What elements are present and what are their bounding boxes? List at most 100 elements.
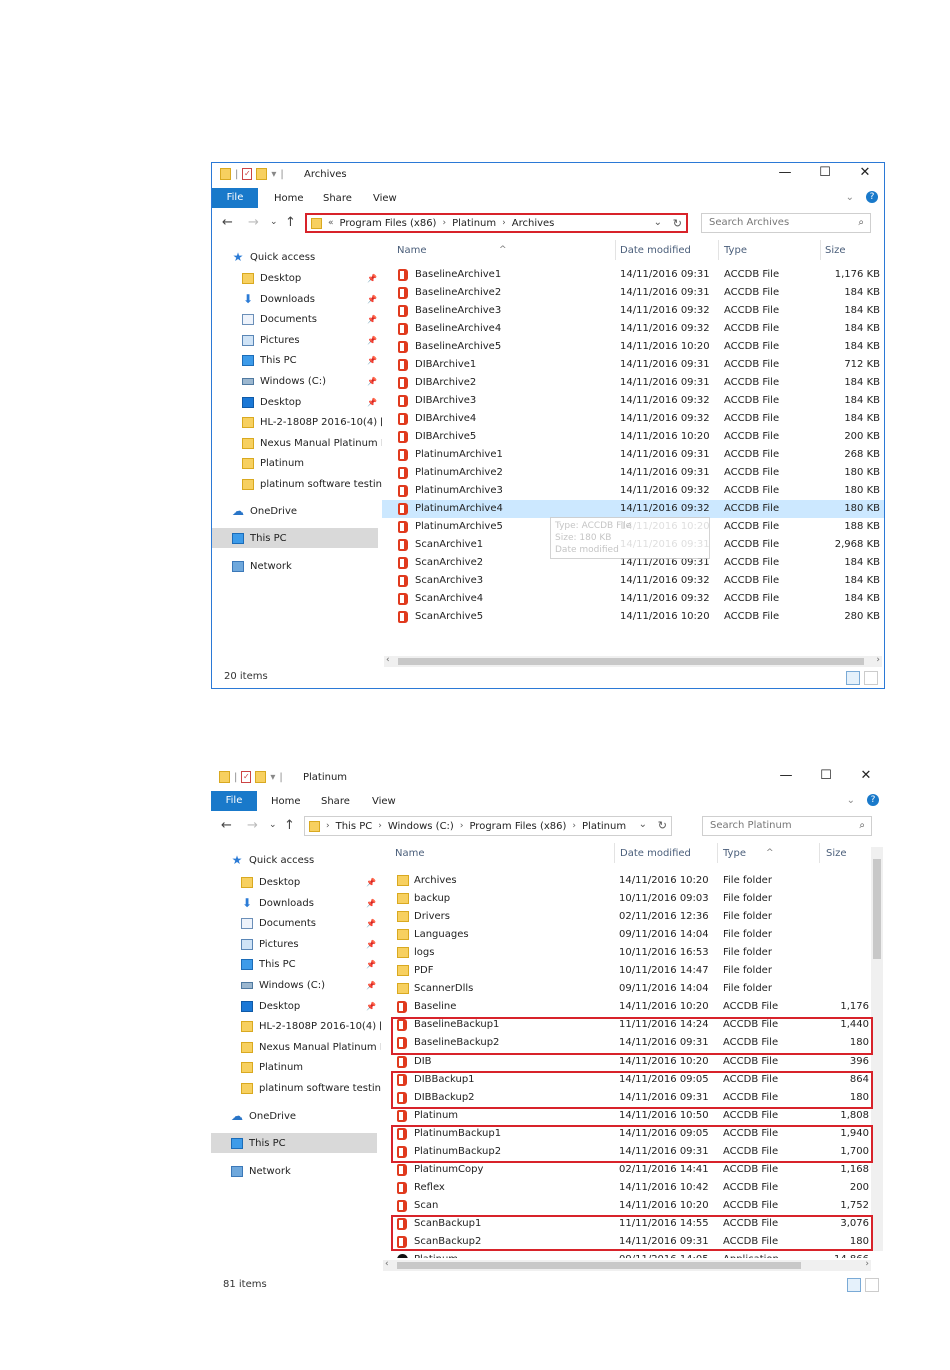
address-dropdown-icon[interactable]: ⌄ bbox=[654, 217, 662, 228]
minimize-button[interactable]: — bbox=[779, 768, 793, 783]
sidebar-item[interactable]: Nexus Manual Platinum Im bbox=[241, 1041, 381, 1053]
properties-icon[interactable]: ✓ bbox=[242, 168, 253, 180]
pin-icon[interactable]: 📌 bbox=[367, 315, 377, 324]
breadcrumb-program-files[interactable]: Program Files (x86) bbox=[340, 218, 437, 229]
sidebar-item[interactable]: Desktop bbox=[241, 877, 300, 888]
sidebar-item[interactable]: ⬇ Downloads bbox=[241, 897, 314, 909]
pin-icon[interactable]: 📌 bbox=[367, 398, 377, 407]
file-row[interactable]: PDF 10/11/2016 14:47 File folder bbox=[381, 962, 871, 980]
file-row[interactable]: PlatinumArchive1 14/11/2016 09:31 ACCDB Fi… bbox=[382, 446, 884, 464]
horizontal-scrollbar[interactable]: ‹ › bbox=[383, 1259, 871, 1271]
breadcrumb-program-files[interactable]: Program Files (x86) bbox=[469, 821, 566, 832]
pin-icon[interactable]: 📌 bbox=[367, 336, 377, 345]
breadcrumb-platinum[interactable]: Platinum bbox=[582, 821, 626, 832]
sidebar-item-onedrive[interactable]: ☁ OneDrive bbox=[232, 505, 297, 517]
sidebar-item[interactable]: platinum software testing- bbox=[241, 1083, 381, 1094]
file-row[interactable]: DIBArchive4 14/11/2016 09:32 ACCDB File 184… bbox=[382, 410, 884, 428]
maximize-button[interactable]: ☐ bbox=[819, 768, 833, 783]
sidebar-item[interactable]: Desktop bbox=[241, 1000, 300, 1012]
file-row[interactable]: Scan 14/11/2016 10:20 ACCDB File 1,752 bbox=[381, 1197, 871, 1215]
pin-icon[interactable]: 📌 bbox=[367, 274, 377, 283]
file-row[interactable]: DIBArchive2 14/11/2016 09:31 ACCDB File 184… bbox=[382, 374, 884, 392]
file-row[interactable]: Platinum 14/11/2016 10:50 ACCDB File 1,808 bbox=[381, 1107, 871, 1125]
search-input[interactable]: Search Archives ⌕ bbox=[701, 213, 871, 233]
breadcrumb-platinum[interactable]: Platinum bbox=[452, 218, 496, 229]
file-row[interactable]: DIBBackup1 14/11/2016 09:05 ACCDB File 864 bbox=[381, 1071, 871, 1089]
customize-toolbar-icon[interactable]: ▾ bbox=[270, 772, 275, 783]
sidebar-item-this-pc[interactable]: This PC bbox=[232, 533, 287, 544]
file-row[interactable]: ScanBackup1 11/11/2016 14:55 ACCDB File 3,0… bbox=[381, 1215, 871, 1233]
new-folder-icon[interactable] bbox=[255, 771, 267, 783]
horizontal-scrollbar[interactable]: ‹ › bbox=[384, 655, 882, 667]
maximize-button[interactable]: ☐ bbox=[818, 165, 832, 180]
sidebar-item-this-pc[interactable]: This PC bbox=[231, 1138, 286, 1149]
sidebar-item[interactable]: HL-2-1808P 2016-10(4) [V8 bbox=[242, 417, 382, 429]
file-row[interactable]: ScanArchive3 14/11/2016 09:32 ACCDB File 18… bbox=[382, 572, 884, 590]
file-row[interactable]: PlatinumArchive4 14/11/2016 09:32 ACCDB Fi… bbox=[382, 500, 884, 518]
search-input[interactable]: Search Platinum ⌕ bbox=[702, 816, 872, 836]
pin-icon[interactable]: 📌 bbox=[366, 878, 376, 887]
file-row[interactable]: BaselineBackup2 14/11/2016 09:31 ACCDB Fil… bbox=[381, 1034, 871, 1052]
sidebar-item-quick-access[interactable]: ★ Quick access bbox=[231, 854, 315, 866]
minimize-button[interactable]: — bbox=[778, 165, 792, 180]
large-icons-view-icon[interactable] bbox=[864, 671, 878, 685]
sidebar-item-network[interactable]: Network bbox=[231, 1166, 291, 1177]
up-arrow-icon[interactable]: ↑ bbox=[285, 215, 296, 230]
properties-icon[interactable]: ✓ bbox=[241, 771, 252, 783]
tab-home[interactable]: Home bbox=[274, 193, 304, 204]
file-row[interactable]: BaselineArchive2 14/11/2016 09:31 ACCDB Fi… bbox=[382, 284, 884, 302]
breadcrumb-archives[interactable]: Archives bbox=[512, 218, 555, 229]
file-row[interactable]: BaselineArchive3 14/11/2016 09:32 ACCDB Fi… bbox=[382, 302, 884, 320]
file-row[interactable]: logs 10/11/2016 16:53 File folder bbox=[381, 944, 871, 962]
sidebar-item-onedrive[interactable]: ☁ OneDrive bbox=[231, 1110, 296, 1122]
sidebar-item[interactable]: This PC bbox=[241, 959, 296, 971]
column-type[interactable]: Type bbox=[724, 245, 747, 256]
pin-icon[interactable]: 📌 bbox=[367, 377, 377, 386]
address-bar[interactable]: › This PC › Windows (C:) › Program Files… bbox=[304, 816, 672, 836]
sidebar-item[interactable]: This PC bbox=[242, 355, 297, 367]
expand-ribbon-icon[interactable]: ⌄ bbox=[847, 795, 855, 806]
file-row[interactable]: ScanArchive5 14/11/2016 10:20 ACCDB File 28… bbox=[382, 608, 884, 626]
pin-icon[interactable]: 📌 bbox=[366, 960, 376, 969]
file-row[interactable]: DIBArchive1 14/11/2016 09:31 ACCDB File 712… bbox=[382, 356, 884, 374]
file-row[interactable]: Baseline 14/11/2016 10:20 ACCDB File 1,176 bbox=[381, 998, 871, 1016]
sidebar-item[interactable]: ⬇ Downloads bbox=[242, 293, 315, 305]
file-row[interactable]: Platinum 09/11/2016 14:05 Application 14,86… bbox=[381, 1251, 871, 1258]
column-date[interactable]: Date modified bbox=[620, 245, 691, 256]
sidebar-item[interactable]: Pictures bbox=[242, 334, 300, 346]
new-folder-icon[interactable] bbox=[256, 168, 268, 180]
refresh-icon[interactable]: ↻ bbox=[673, 217, 682, 230]
file-row[interactable]: PlatinumArchive2 14/11/2016 09:31 ACCDB Fi… bbox=[382, 464, 884, 482]
file-row[interactable]: PlatinumBackup1 14/11/2016 09:05 ACCDB Fil… bbox=[381, 1125, 871, 1143]
tab-file[interactable]: File bbox=[211, 791, 257, 811]
forward-arrow-icon[interactable]: → bbox=[248, 215, 259, 230]
vertical-scrollbar[interactable] bbox=[871, 847, 883, 1251]
file-row[interactable]: Drivers 02/11/2016 12:36 File folder bbox=[381, 908, 871, 926]
tab-share[interactable]: Share bbox=[321, 796, 350, 807]
pin-icon[interactable]: 📌 bbox=[366, 981, 376, 990]
file-row[interactable]: PlatinumCopy 02/11/2016 14:41 ACCDB File 1,… bbox=[381, 1161, 871, 1179]
sidebar-item-quick-access[interactable]: ★ Quick access bbox=[232, 251, 316, 263]
address-bar[interactable]: « Program Files (x86) › Platinum › Archi… bbox=[305, 213, 688, 233]
sidebar-item[interactable]: Nexus Manual Platinum Im bbox=[242, 437, 382, 449]
file-row[interactable]: BaselineArchive1 14/11/2016 09:31 ACCDB Fi… bbox=[382, 266, 884, 284]
breadcrumb-this-pc[interactable]: This PC bbox=[336, 821, 373, 832]
tab-home[interactable]: Home bbox=[271, 796, 301, 807]
back-arrow-icon[interactable]: ← bbox=[222, 215, 233, 230]
sidebar-item[interactable]: Windows (C:) bbox=[242, 376, 326, 387]
file-row[interactable]: Archives 14/11/2016 10:20 File folder bbox=[381, 872, 871, 890]
tab-view[interactable]: View bbox=[372, 796, 396, 807]
file-row[interactable]: Languages 09/11/2016 14:04 File folder bbox=[381, 926, 871, 944]
customize-toolbar-icon[interactable]: ▾ bbox=[271, 169, 276, 180]
recent-locations-icon[interactable]: ⌄ bbox=[270, 217, 278, 227]
file-row[interactable]: ScanArchive4 14/11/2016 09:32 ACCDB File 18… bbox=[382, 590, 884, 608]
breadcrumb-windows-c[interactable]: Windows (C:) bbox=[388, 821, 454, 832]
tab-share[interactable]: Share bbox=[323, 193, 352, 204]
file-row[interactable]: PlatinumBackup2 14/11/2016 09:31 ACCDB Fil… bbox=[381, 1143, 871, 1161]
sidebar-item[interactable]: Desktop bbox=[242, 273, 301, 284]
expand-ribbon-icon[interactable]: ⌄ bbox=[846, 192, 854, 203]
sidebar-item[interactable]: Pictures bbox=[241, 938, 299, 950]
large-icons-view-icon[interactable] bbox=[865, 1278, 879, 1292]
pin-icon[interactable]: 📌 bbox=[366, 899, 376, 908]
sidebar-item[interactable]: HL-2-1808P 2016-10(4) [V8 bbox=[241, 1021, 381, 1033]
